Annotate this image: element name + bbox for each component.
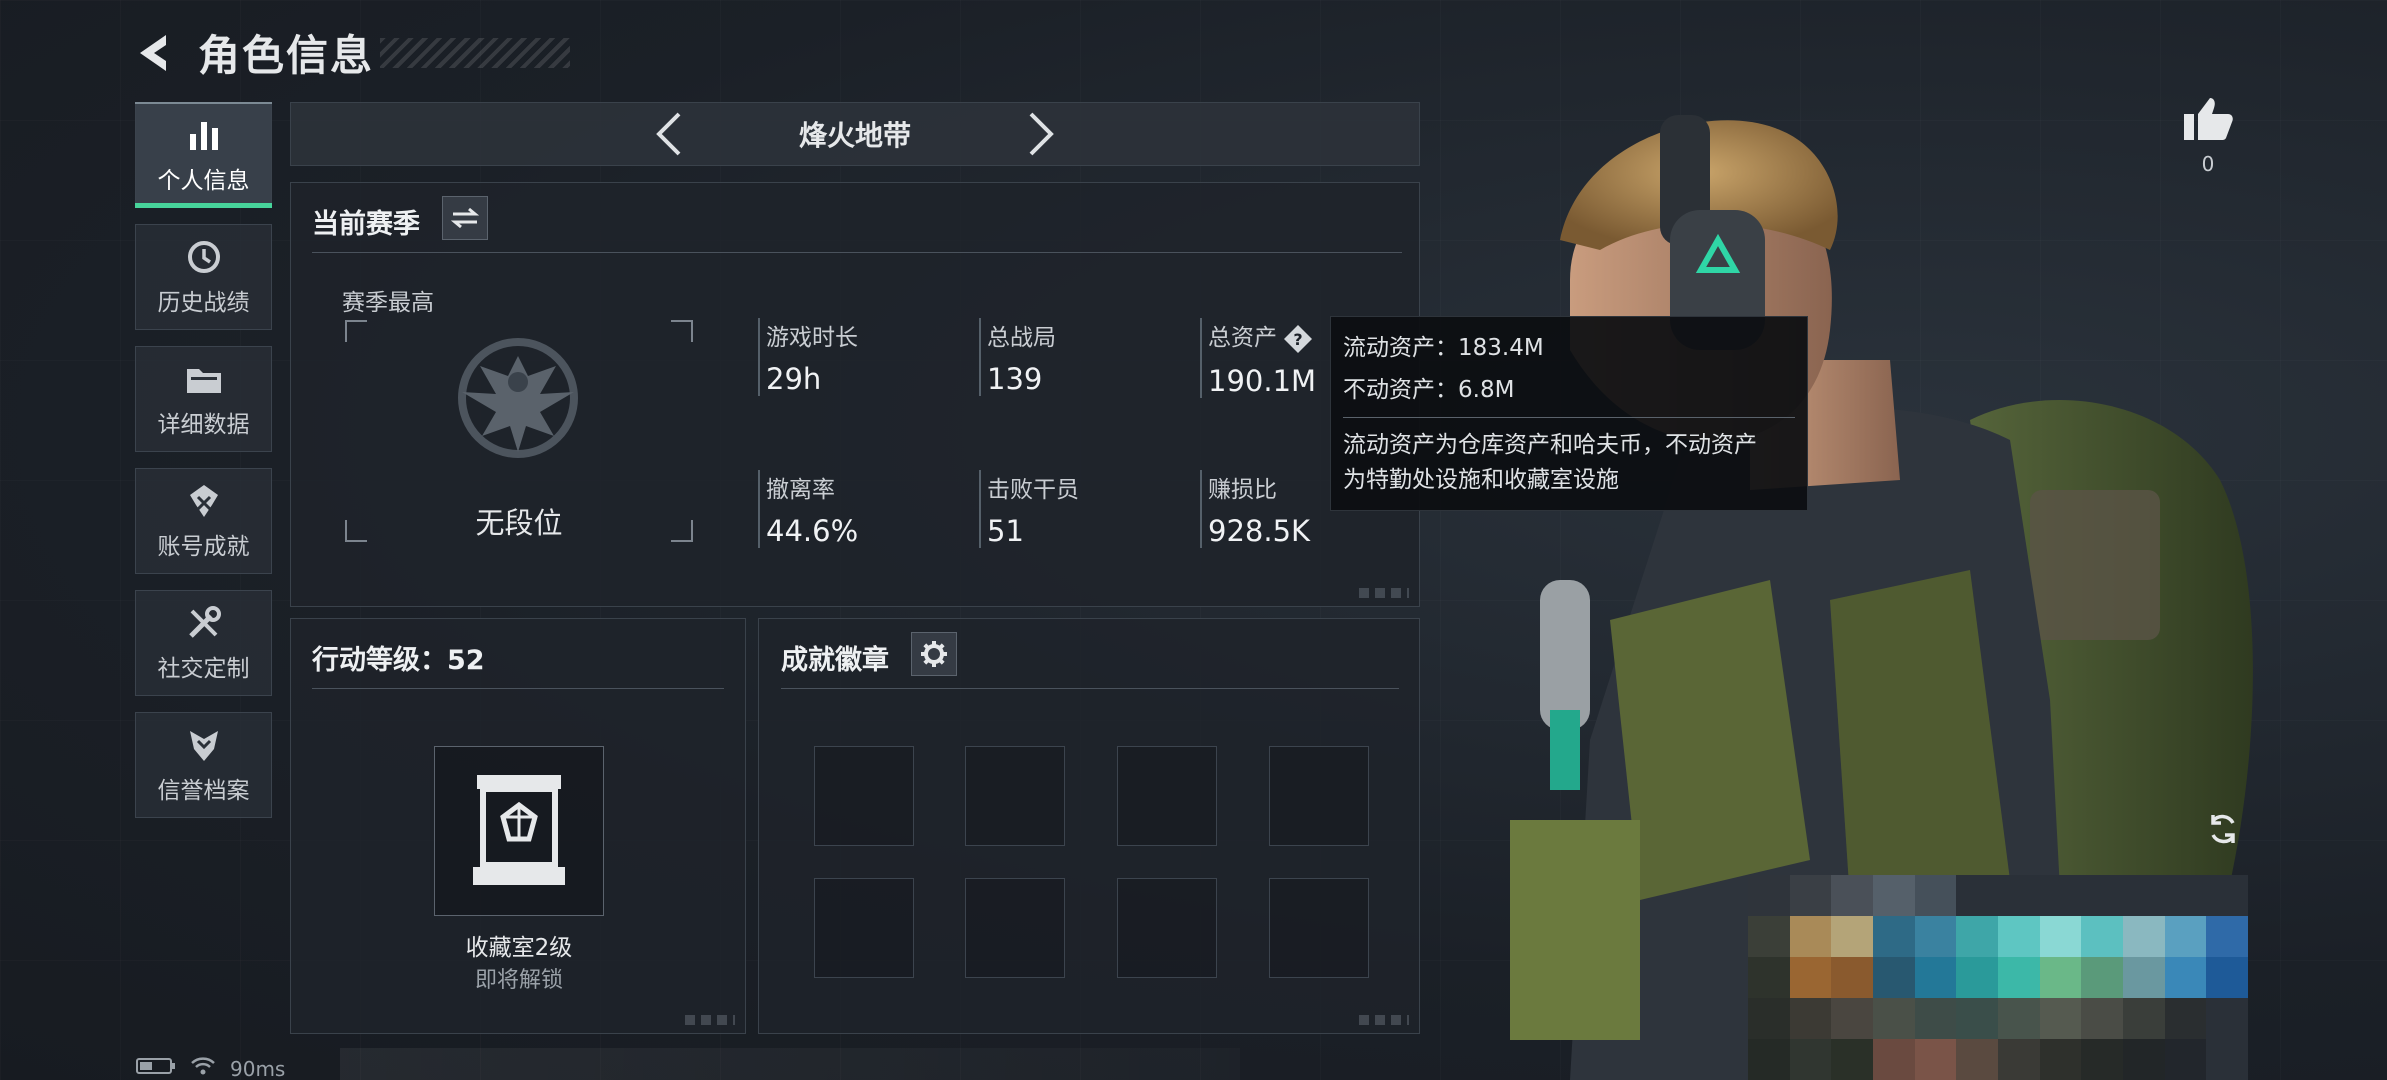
chevron-right-icon[interactable] xyxy=(1021,109,1061,159)
folder-icon xyxy=(185,359,223,399)
sidebar-item-label: 个人信息 xyxy=(157,168,250,194)
sidebar-item-achievements[interactable]: 账号成就 xyxy=(135,468,272,574)
badge-slot[interactable] xyxy=(1269,746,1369,846)
pixelated-region xyxy=(1748,875,2248,1080)
gear-icon xyxy=(921,641,947,667)
sidebar-item-social[interactable]: 社交定制 xyxy=(135,590,272,696)
stat-playtime: 游戏时长 29h xyxy=(758,318,858,396)
tools-icon xyxy=(186,603,222,643)
like-count: 0 xyxy=(2201,152,2215,176)
rotate-icon[interactable] xyxy=(2202,808,2244,850)
status-bar: 90ms xyxy=(136,1056,299,1080)
badge-slot[interactable] xyxy=(814,746,914,846)
back-arrow-icon[interactable] xyxy=(132,27,176,79)
map-name: 烽火地带 xyxy=(798,119,911,152)
badge-divider xyxy=(781,688,1399,689)
page-title: 角色信息 xyxy=(198,31,375,80)
season-divider xyxy=(312,252,1402,253)
blurred-text-region xyxy=(340,1048,1240,1080)
sidebar-item-label: 账号成就 xyxy=(157,534,250,560)
stat-total-assets: 总资产? 190.1M xyxy=(1200,318,1316,398)
liquid-assets: 流动资产：183.4M xyxy=(1343,335,1544,361)
badge-slot[interactable] xyxy=(1269,878,1369,978)
like-widget[interactable]: 0 xyxy=(2180,96,2236,176)
sidebar-item-history[interactable]: 历史战绩 xyxy=(135,224,272,330)
season-switch-button[interactable] xyxy=(442,196,488,240)
help-icon[interactable]: ? xyxy=(1283,324,1313,354)
corner-decoration xyxy=(1359,1015,1409,1025)
sidebar-item-label: 历史战绩 xyxy=(157,290,250,316)
svg-text:?: ? xyxy=(1293,330,1302,349)
swap-icon xyxy=(451,207,479,229)
level-divider xyxy=(312,688,724,689)
wifi-icon xyxy=(190,1056,216,1080)
sidebar-item-label: 详细数据 xyxy=(157,412,250,438)
ping-value: 90ms xyxy=(230,1056,286,1080)
sidebar-item-personal-info[interactable]: 个人信息 xyxy=(135,102,272,208)
rank-name: 无段位 xyxy=(475,506,563,540)
history-clock-icon xyxy=(186,237,222,277)
sidebar-item-label: 社交定制 xyxy=(157,656,250,682)
assets-tooltip: 流动资产：183.4M 不动资产：6.8M 流动资产为仓库资产和哈夫币，不动资产… xyxy=(1330,316,1808,511)
stat-matches: 总战局 139 xyxy=(979,318,1056,396)
corner-decoration xyxy=(685,1015,735,1025)
tooltip-description-2: 为特勤处设施和收藏室设施 xyxy=(1343,467,1619,493)
badge-title: 成就徽章 xyxy=(781,645,889,676)
sidebar-item-label: 信誉档案 xyxy=(157,778,250,804)
battery-icon xyxy=(136,1056,176,1080)
badge-slot[interactable] xyxy=(1117,878,1217,978)
badge-slot[interactable] xyxy=(1117,746,1217,846)
tooltip-divider xyxy=(1343,417,1795,418)
chevron-left-icon[interactable] xyxy=(649,109,689,159)
stat-extract-rate: 撤离率 44.6% xyxy=(758,470,858,548)
badge-slot[interactable] xyxy=(814,878,914,978)
sidebar-item-details[interactable]: 详细数据 xyxy=(135,346,272,452)
eagle-rank-icon xyxy=(436,336,600,468)
badge-settings-button[interactable] xyxy=(911,632,957,676)
season-title: 当前赛季 xyxy=(312,209,420,240)
season-best-label: 赛季最高 xyxy=(342,290,434,316)
fixed-assets: 不动资产：6.8M xyxy=(1343,377,1515,403)
action-level-title: 行动等级：52 xyxy=(312,645,485,676)
badge-slot[interactable] xyxy=(965,746,1065,846)
shield-chevron-icon xyxy=(186,725,222,765)
badge-slot[interactable] xyxy=(965,878,1065,978)
sidebar: 个人信息 历史战绩 详细数据 账号成就 社交定制 信誉档案 xyxy=(135,102,272,834)
sidebar-item-reputation[interactable]: 信誉档案 xyxy=(135,712,272,818)
stat-profit-ratio: 赚损比 928.5K xyxy=(1200,470,1310,548)
vault-card[interactable] xyxy=(434,746,604,916)
achievement-icon xyxy=(186,481,222,521)
vault-name: 收藏室2级 xyxy=(465,935,573,961)
title-decoration xyxy=(380,37,571,68)
header: 角色信息 xyxy=(132,22,571,83)
vault-icon xyxy=(473,775,565,885)
thumbs-up-icon[interactable] xyxy=(2180,96,2236,146)
tooltip-description-1: 流动资产为仓库资产和哈夫币，不动资产 xyxy=(1343,432,1757,458)
map-selector: 烽火地带 xyxy=(290,102,1420,166)
corner-decoration xyxy=(1359,588,1409,598)
stat-kills: 击败干员 51 xyxy=(979,470,1079,548)
bar-chart-icon xyxy=(187,115,221,155)
vault-status: 即将解锁 xyxy=(474,968,563,993)
